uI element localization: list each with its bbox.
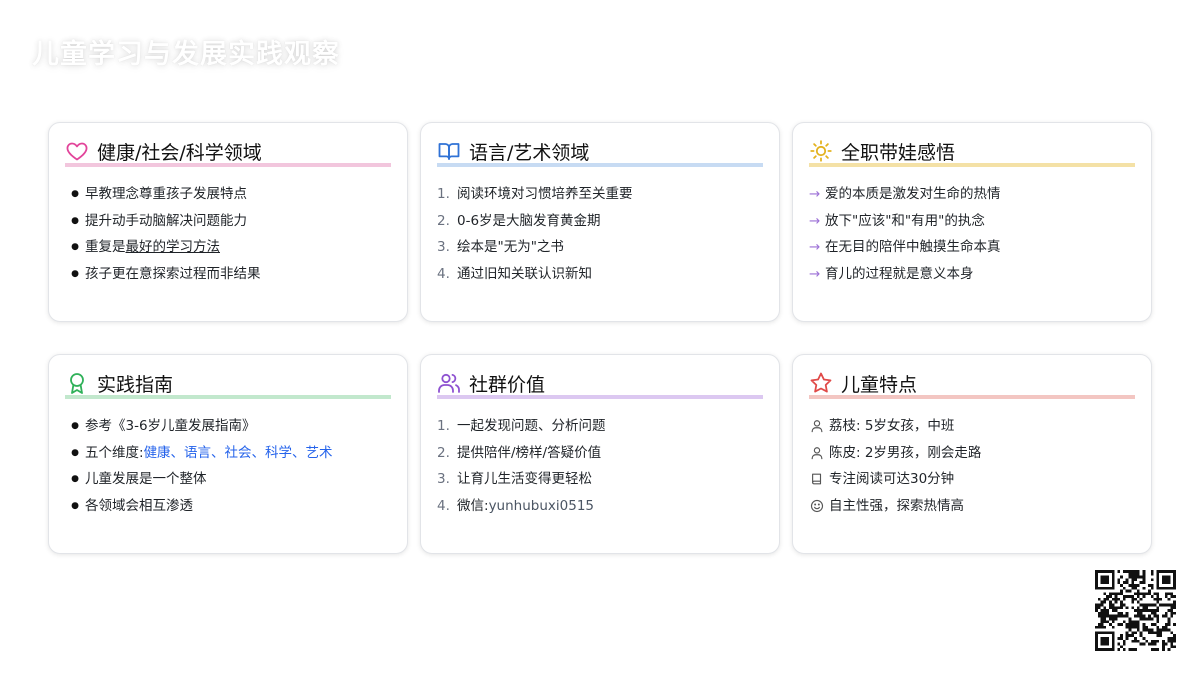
- bullet-icon: ●: [71, 268, 79, 279]
- list-item: ● 早教理念尊重孩子发展特点: [65, 181, 391, 208]
- sun-icon: [809, 139, 833, 163]
- book-icon: [809, 471, 825, 487]
- bullet-icon: ●: [71, 189, 79, 199]
- list-item: → 育儿的过程就是意义本身: [809, 261, 1135, 288]
- emphasis-text: 最好的学习方法: [125, 239, 221, 256]
- card-practice-guide: 实践指南 ● 参考《3-6岁儿童发展指南》 ● 五个维度: 健康、语言、社会、科学、…: [48, 354, 408, 554]
- list-item: → 在无目的陪伴中触摸生命本真: [809, 234, 1135, 261]
- list-item: ● 五个维度: 健康、语言、社会、科学、艺术: [65, 440, 391, 467]
- list-item: ● 各领域会相互渗透: [65, 493, 391, 520]
- list-item: 自主性强，探索热情高: [809, 493, 1135, 520]
- bullet-icon: ●: [71, 447, 79, 458]
- list-item: 荔枝: 5岁女孩，中班: [809, 413, 1135, 440]
- list-item: 1. 一起发现问题、分析问题: [437, 418, 606, 434]
- card-fulltime-parenting: 全职带娃感悟 → 爱的本质是激发对生命的热情 → 放下"应该"和"有用"的执念 → 在…: [792, 122, 1152, 322]
- card-health-social-science: 健康/社会/科学领域 ● 早教理念尊重孩子发展特点 ● 提升动手动脑解决问题能力 ●…: [48, 122, 408, 322]
- open-book-icon: [437, 139, 461, 163]
- arrow-icon: →: [809, 239, 821, 256]
- list-item: → 放下"应该"和"有用"的执念: [809, 208, 1135, 235]
- card-grid: 健康/社会/科学领域 ● 早教理念尊重孩子发展特点 ● 提升动手动脑解决问题能力 ●…: [48, 122, 1152, 554]
- list-item: ● 儿童发展是一个整体: [65, 466, 391, 493]
- arrow-icon: →: [809, 212, 821, 229]
- page: 儿童学习与发展实践观察 健康/社会/科学领域 ● 早教理念尊重孩子发展特点 ● 提升…: [0, 0, 1200, 675]
- card-language-art: 语言/艺术领域 1. 阅读环境对习惯培养至关重要 2. 0-6岁是大脑发育黄金期 3…: [420, 122, 780, 322]
- list-item: 4. 通过旧知关联认识新知: [437, 265, 592, 282]
- list-item: 3. 让育儿生活变得更轻松: [437, 471, 592, 488]
- item-list: ● 早教理念尊重孩子发展特点 ● 提升动手动脑解决问题能力 ● 重复是 最好的学习方法 …: [65, 181, 391, 287]
- person-icon: [809, 418, 825, 434]
- list-item: 2. 提供陪伴/榜样/答疑价值: [437, 444, 602, 461]
- card-title: 健康/社会/科学领域: [97, 141, 262, 164]
- bullet-icon: ●: [71, 500, 79, 511]
- page-title: 儿童学习与发展实践观察: [32, 39, 340, 70]
- card-header: 儿童特点: [809, 371, 1135, 399]
- card-header: 语言/艺术领域: [437, 141, 763, 167]
- card-title: 社群价值: [469, 373, 546, 396]
- award-icon: [65, 371, 89, 395]
- list-item: 2. 0-6岁是大脑发育黄金期: [437, 212, 601, 229]
- card-header: 健康/社会/科学领域: [65, 141, 391, 167]
- bullet-icon: ●: [71, 421, 79, 431]
- list-item: 4. 微信: yunhubuxi0515: [437, 493, 763, 520]
- bullet-icon: ●: [71, 242, 79, 253]
- users-icon: [437, 371, 461, 395]
- list-item: ● 参考《3-6岁儿童发展指南》: [65, 413, 391, 440]
- item-list: ● 参考《3-6岁儿童发展指南》 ● 五个维度: 健康、语言、社会、科学、艺术 ● 儿…: [65, 413, 391, 519]
- list-item: 陈皮: 2岁男孩，刚会走路: [809, 440, 1135, 467]
- heart-icon: [65, 139, 89, 163]
- card-title: 儿童特点: [841, 373, 918, 396]
- list-item: ● 提升动手动脑解决问题能力: [65, 208, 391, 235]
- item-list: → 爱的本质是激发对生命的热情 → 放下"应该"和"有用"的执念 → 在无目的陪伴中触…: [809, 181, 1135, 287]
- list-item: → 爱的本质是激发对生命的热情: [809, 181, 1135, 208]
- item-list: 1. 一起发现问题、分析问题 2. 提供陪伴/榜样/答疑价值 3. 让育儿生活变得更轻…: [437, 413, 763, 519]
- card-title: 语言/艺术领域: [469, 141, 590, 164]
- wechat-id: yunhubuxi0515: [488, 497, 594, 514]
- card-title: 全职带娃感悟: [841, 141, 956, 164]
- item-list: 1. 阅读环境对习惯培养至关重要 2. 0-6岁是大脑发育黄金期 3. 绘本是"无为"…: [437, 181, 763, 287]
- qr-code-icon: [1095, 570, 1176, 651]
- arrow-icon: →: [809, 265, 821, 282]
- card-title: 实践指南: [97, 373, 174, 396]
- bullet-icon: ●: [71, 474, 79, 485]
- list-item: ● 重复是 最好的学习方法: [65, 234, 391, 261]
- list-item: 1. 阅读环境对习惯培养至关重要: [437, 186, 633, 202]
- card-header: 实践指南: [65, 373, 391, 399]
- list-item: 专注阅读可达30分钟: [809, 466, 1135, 493]
- star-icon: [809, 371, 833, 395]
- card-community-value: 社群价值 1. 一起发现问题、分析问题 2. 提供陪伴/榜样/答疑价值 3. 让育儿生…: [420, 354, 780, 554]
- bullet-icon: ●: [71, 215, 79, 226]
- list-item: ● 孩子更在意探索过程而非结果: [65, 261, 391, 288]
- card-child-traits: 儿童特点 荔枝: 5岁女孩，中班 陈皮: 2岁男孩，刚会走路 专注阅读可达30分…: [792, 354, 1152, 554]
- person-icon: [809, 445, 825, 461]
- arrow-icon: →: [809, 186, 821, 202]
- card-header: 全职带娃感悟: [809, 139, 1135, 167]
- list-item: 3. 绘本是"无为"之书: [437, 239, 564, 256]
- domain-links: 健康、语言、社会、科学、艺术: [143, 444, 333, 461]
- item-list: 荔枝: 5岁女孩，中班 陈皮: 2岁男孩，刚会走路 专注阅读可达30分钟 自主性…: [809, 413, 1135, 519]
- card-header: 社群价值: [437, 373, 763, 399]
- smile-icon: [809, 498, 825, 514]
